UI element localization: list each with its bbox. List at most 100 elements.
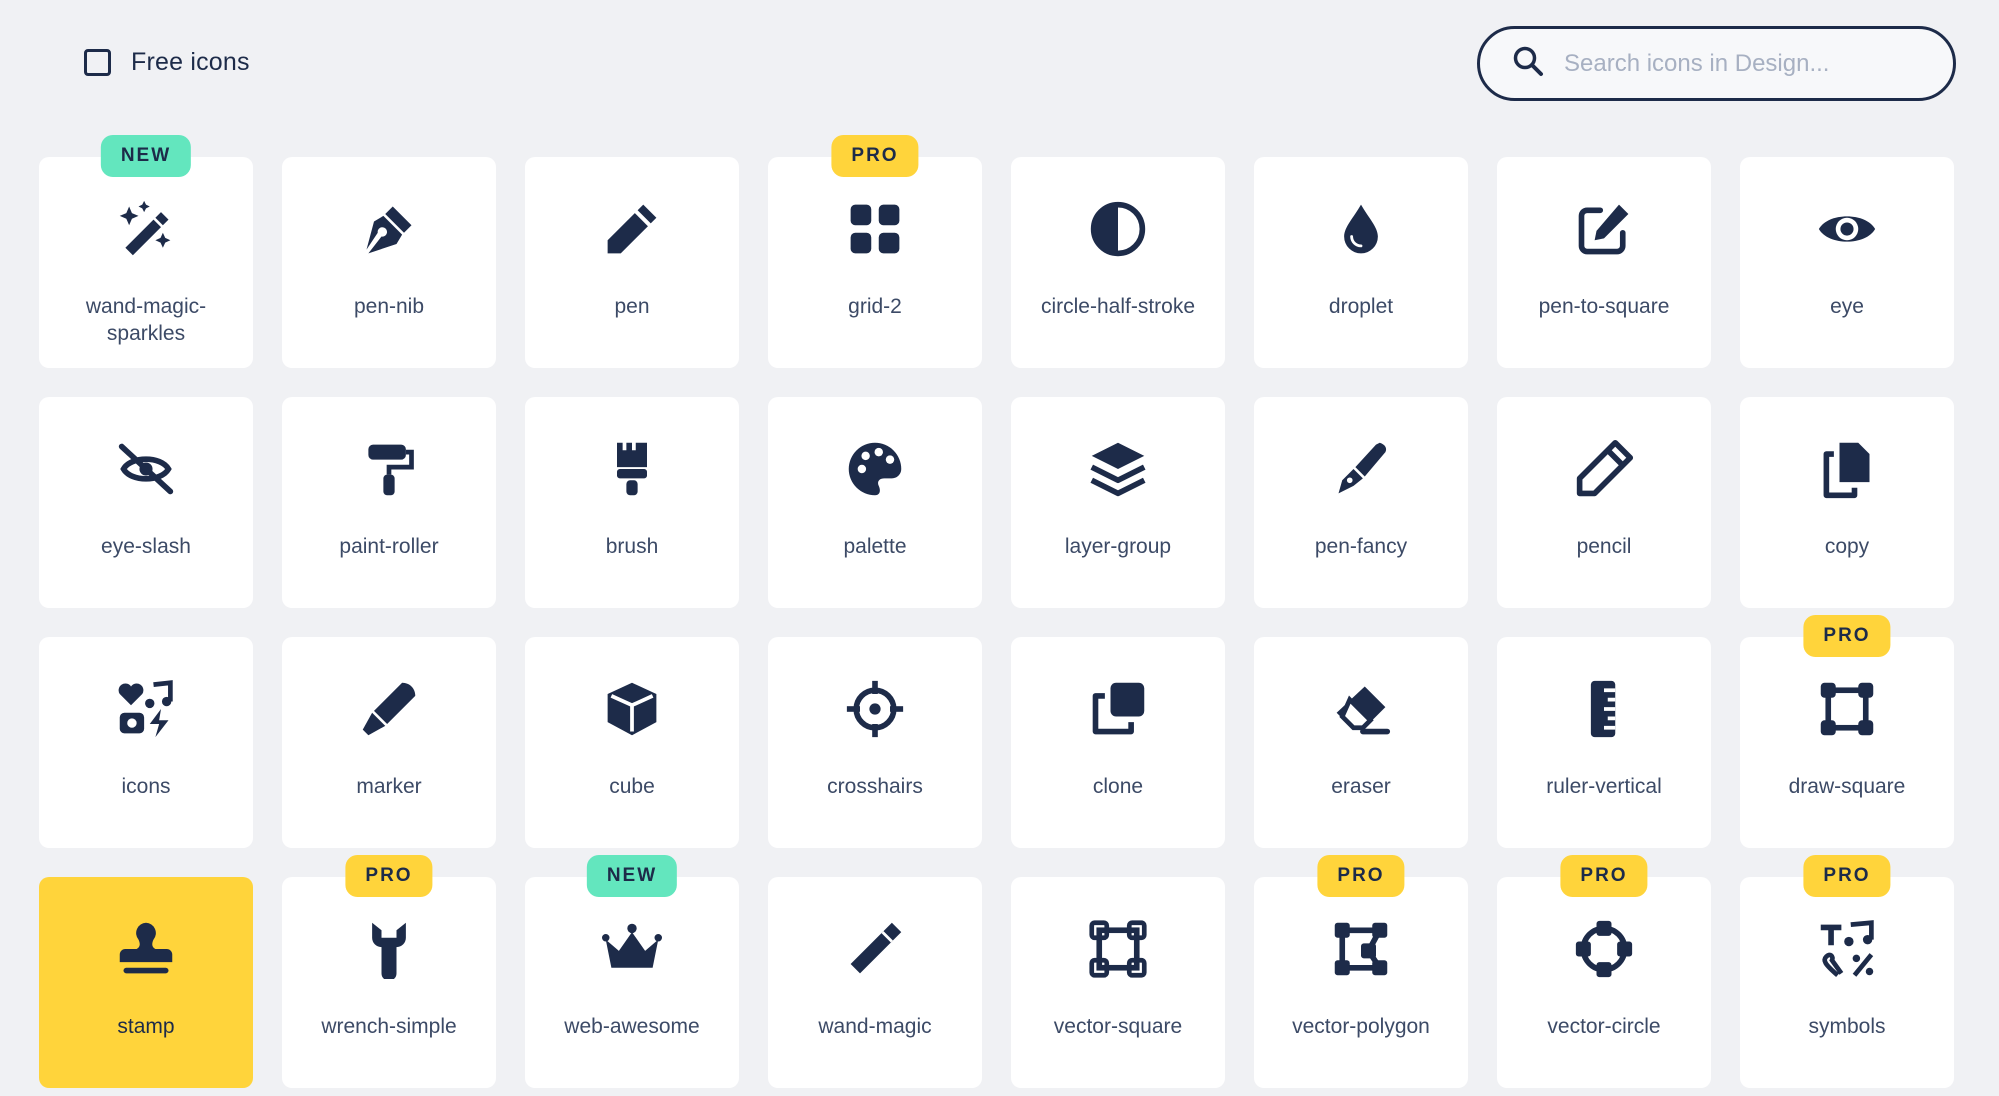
icon-label: palette xyxy=(843,535,907,558)
icon-label: eye-slash xyxy=(101,535,191,558)
icon-card-symbols[interactable]: PRO symbols xyxy=(1740,855,1954,1088)
pro-badge: PRO xyxy=(831,135,919,177)
circle-half-stroke-icon xyxy=(1086,197,1150,261)
free-icons-label: Free icons xyxy=(131,48,250,76)
icon-browser: Free icons NEW wand-magic-sparkles pen-nib… xyxy=(0,0,1999,1096)
icon-card-circle-half-stroke[interactable]: circle-half-stroke xyxy=(1011,157,1225,368)
icon-label: circle-half-stroke xyxy=(1040,295,1196,318)
icon-card-vector-polygon[interactable]: PRO vector-polygon xyxy=(1254,855,1468,1088)
icon-label: paint-roller xyxy=(339,535,439,558)
eraser-icon xyxy=(1329,677,1393,741)
icon-card-pen-nib[interactable]: pen-nib xyxy=(282,157,496,368)
icon-label: symbols xyxy=(1808,1015,1886,1038)
icon-card-droplet[interactable]: droplet xyxy=(1254,157,1468,368)
icon-card-icons[interactable]: icons xyxy=(39,637,253,848)
icon-label: droplet xyxy=(1328,295,1394,318)
search-icon xyxy=(1512,45,1544,82)
icon-label: clone xyxy=(1092,775,1144,798)
stamp-icon xyxy=(114,917,178,981)
wand-magic-icon xyxy=(843,917,907,981)
icon-label: ruler-vertical xyxy=(1546,775,1662,798)
pro-badge: PRO xyxy=(1803,615,1891,657)
wand-magic-sparkles-icon xyxy=(114,197,178,261)
icon-card-crosshairs[interactable]: crosshairs xyxy=(768,637,982,848)
pro-badge: PRO xyxy=(1560,855,1648,897)
icon-label: wand-magic-sparkles xyxy=(85,295,207,345)
icon-label: vector-circle xyxy=(1547,1015,1661,1038)
icon-label: wand-magic xyxy=(818,1015,932,1038)
icon-label: pen-fancy xyxy=(1314,535,1408,558)
icon-label: web-awesome xyxy=(564,1015,700,1038)
ruler-vertical-icon xyxy=(1572,677,1636,741)
icon-card-pen-fancy[interactable]: pen-fancy xyxy=(1254,397,1468,608)
symbols-icon xyxy=(1815,917,1879,981)
droplet-icon xyxy=(1329,197,1393,261)
icon-card-vector-square[interactable]: vector-square xyxy=(1011,877,1225,1088)
icon-label: pen-nib xyxy=(353,295,425,318)
free-icons-toggle[interactable]: Free icons xyxy=(84,48,250,77)
icon-label: eraser xyxy=(1331,775,1391,798)
icons-icon xyxy=(114,677,178,741)
web-awesome-icon xyxy=(600,917,664,981)
icon-card-marker[interactable]: marker xyxy=(282,637,496,848)
icon-label: wrench-simple xyxy=(321,1015,457,1038)
pen-fancy-icon xyxy=(1329,437,1393,501)
icon-card-paint-roller[interactable]: paint-roller xyxy=(282,397,496,608)
eye-icon xyxy=(1815,197,1879,261)
icon-card-pencil[interactable]: pencil xyxy=(1497,397,1711,608)
icon-label: eye xyxy=(1830,295,1864,318)
icon-label: pencil xyxy=(1576,535,1632,558)
icon-card-stamp[interactable]: stamp xyxy=(39,877,253,1088)
icon-label: draw-square xyxy=(1788,775,1906,798)
icon-card-wand-magic[interactable]: wand-magic xyxy=(768,877,982,1088)
pen-nib-icon xyxy=(357,197,421,261)
cube-icon xyxy=(600,677,664,741)
icon-card-brush[interactable]: brush xyxy=(525,397,739,608)
pencil-icon xyxy=(1572,437,1636,501)
icon-label: layer-group xyxy=(1064,535,1172,558)
icon-card-draw-square[interactable]: PRO draw-square xyxy=(1740,615,1954,848)
pro-badge: PRO xyxy=(345,855,433,897)
icon-card-grid-2[interactable]: PRO grid-2 xyxy=(768,135,982,368)
grid-2-icon xyxy=(843,197,907,261)
icon-label: crosshairs xyxy=(827,775,923,798)
pen-to-square-icon xyxy=(1572,197,1636,261)
icon-card-pen-to-square[interactable]: pen-to-square xyxy=(1497,157,1711,368)
icon-label: stamp xyxy=(117,1015,175,1038)
crosshairs-icon xyxy=(843,677,907,741)
vector-polygon-icon xyxy=(1329,917,1393,981)
clone-icon xyxy=(1086,677,1150,741)
icon-label: pen xyxy=(614,295,650,318)
icon-card-wand-magic-sparkles[interactable]: NEW wand-magic-sparkles xyxy=(39,135,253,368)
icon-card-pen[interactable]: pen xyxy=(525,157,739,368)
pen-icon xyxy=(600,197,664,261)
brush-icon xyxy=(600,437,664,501)
palette-icon xyxy=(843,437,907,501)
icon-grid: NEW wand-magic-sparkles pen-nib pen PRO grid-… xyxy=(39,135,1954,1088)
icon-card-web-awesome[interactable]: NEW web-awesome xyxy=(525,855,739,1088)
icon-card-vector-circle[interactable]: PRO vector-circle xyxy=(1497,855,1711,1088)
wrench-simple-icon xyxy=(357,917,421,981)
icon-card-eye-slash[interactable]: eye-slash xyxy=(39,397,253,608)
icon-label: icons xyxy=(121,775,171,798)
search-input[interactable] xyxy=(1564,49,1924,78)
vector-circle-icon xyxy=(1572,917,1636,981)
icon-label: brush xyxy=(605,535,659,558)
icon-label: vector-polygon xyxy=(1292,1015,1430,1038)
icon-card-ruler-vertical[interactable]: ruler-vertical xyxy=(1497,637,1711,848)
icon-card-eraser[interactable]: eraser xyxy=(1254,637,1468,848)
icon-card-clone[interactable]: clone xyxy=(1011,637,1225,848)
free-icons-checkbox[interactable] xyxy=(84,49,111,76)
icon-label: copy xyxy=(1824,535,1870,558)
icon-card-eye[interactable]: eye xyxy=(1740,157,1954,368)
layer-group-icon xyxy=(1086,437,1150,501)
icon-card-wrench-simple[interactable]: PRO wrench-simple xyxy=(282,855,496,1088)
draw-square-icon xyxy=(1815,677,1879,741)
icon-card-palette[interactable]: palette xyxy=(768,397,982,608)
icon-card-layer-group[interactable]: layer-group xyxy=(1011,397,1225,608)
icon-label: cube xyxy=(609,775,655,798)
search-box[interactable] xyxy=(1477,26,1956,101)
icon-card-copy[interactable]: copy xyxy=(1740,397,1954,608)
icon-card-cube[interactable]: cube xyxy=(525,637,739,848)
icon-label: pen-to-square xyxy=(1538,295,1670,318)
